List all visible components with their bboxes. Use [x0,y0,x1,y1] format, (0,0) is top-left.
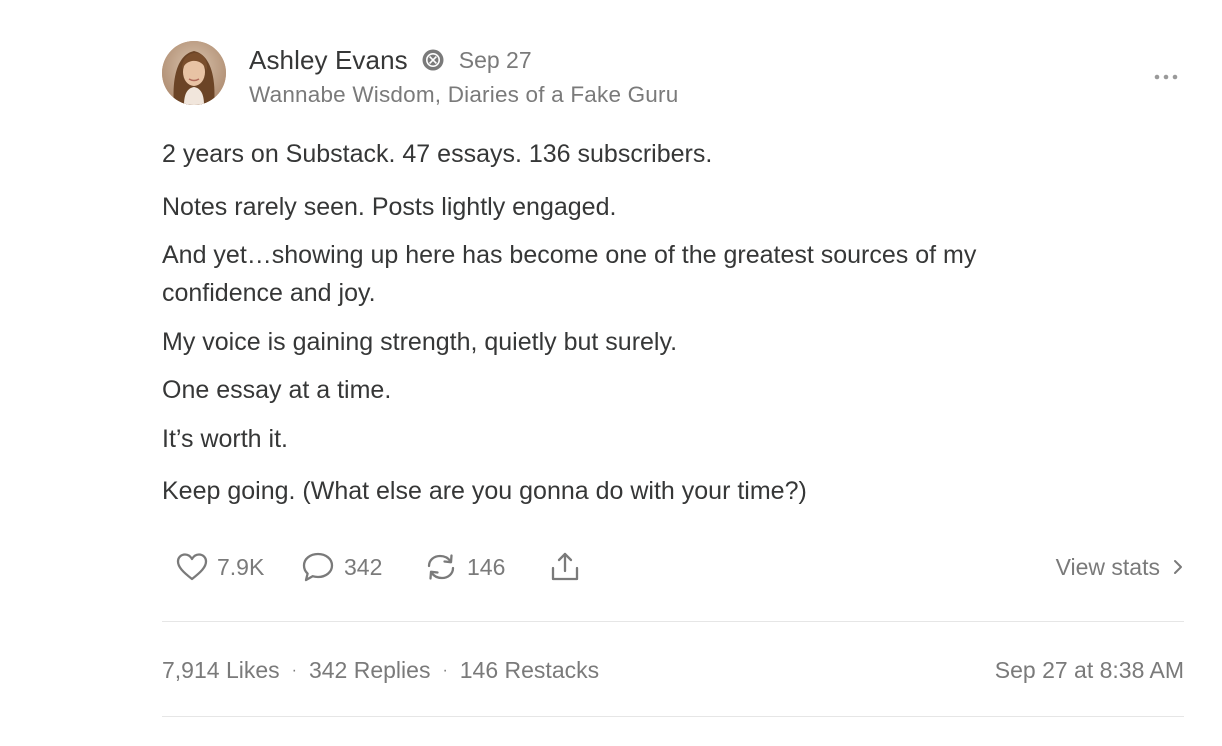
publication-name[interactable]: Wannabe Wisdom, Diaries of a Fake Guru [249,82,678,108]
note-paragraph: Keep going. (What else are you gonna do … [162,477,807,505]
avatar-image [162,41,226,105]
comment-icon [302,552,334,582]
restacks-summary-link[interactable]: 146 Restacks [460,657,599,684]
chevron-right-icon [1174,560,1182,574]
restack-button[interactable]: 146 [424,547,505,587]
author-row: Ashley Evans Sep 27 [249,43,532,77]
restack-icon [427,554,455,580]
avatar[interactable] [162,41,226,105]
reply-button[interactable]: 342 [301,547,382,587]
replies-summary-link[interactable]: 342 Replies [309,657,430,684]
share-button[interactable] [549,547,581,587]
note-paragraph: Notes rarely seen. Posts lightly engaged… [162,193,617,221]
substack-badge-icon [422,49,444,71]
post-date[interactable]: Sep 27 [459,47,532,74]
note-page: Ashley Evans Sep 27 Wannabe Wisdom, Diar… [0,0,1222,746]
like-count: 7.9K [217,553,265,580]
more-options-button[interactable] [1150,64,1182,90]
author-name[interactable]: Ashley Evans [249,45,408,76]
note-paragraph: It’s worth it. [162,425,288,453]
view-stats-label: View stats [1055,553,1160,580]
likes-summary-link[interactable]: 7,914 Likes [162,657,280,684]
note-paragraph: And yet…showing up here has become one o… [162,241,977,307]
separator-dot: · [291,662,297,679]
action-bar: 7.9K 342 146 View stats [162,547,1184,587]
heart-icon [176,553,208,581]
separator-dot: · [442,662,448,679]
reply-count: 342 [344,553,383,580]
divider [162,716,1184,717]
note-paragraph: My voice is gaining strength, quietly bu… [162,328,678,356]
like-button[interactable]: 7.9K [176,547,264,587]
divider [162,621,1184,622]
post-timestamp: Sep 27 at 8:38 AM [994,656,1184,683]
note-paragraph: 2 years on Substack. 47 essays. 136 subs… [162,140,713,168]
restack-count: 146 [467,553,506,580]
note-paragraph: One essay at a time. [162,376,392,404]
engagement-summary: 7,914 Likes · 342 Replies · 146 Restacks… [162,653,1184,687]
view-stats-button[interactable]: View stats [1056,547,1184,587]
more-horizontal-icon [1154,74,1178,80]
share-icon [551,552,579,581]
